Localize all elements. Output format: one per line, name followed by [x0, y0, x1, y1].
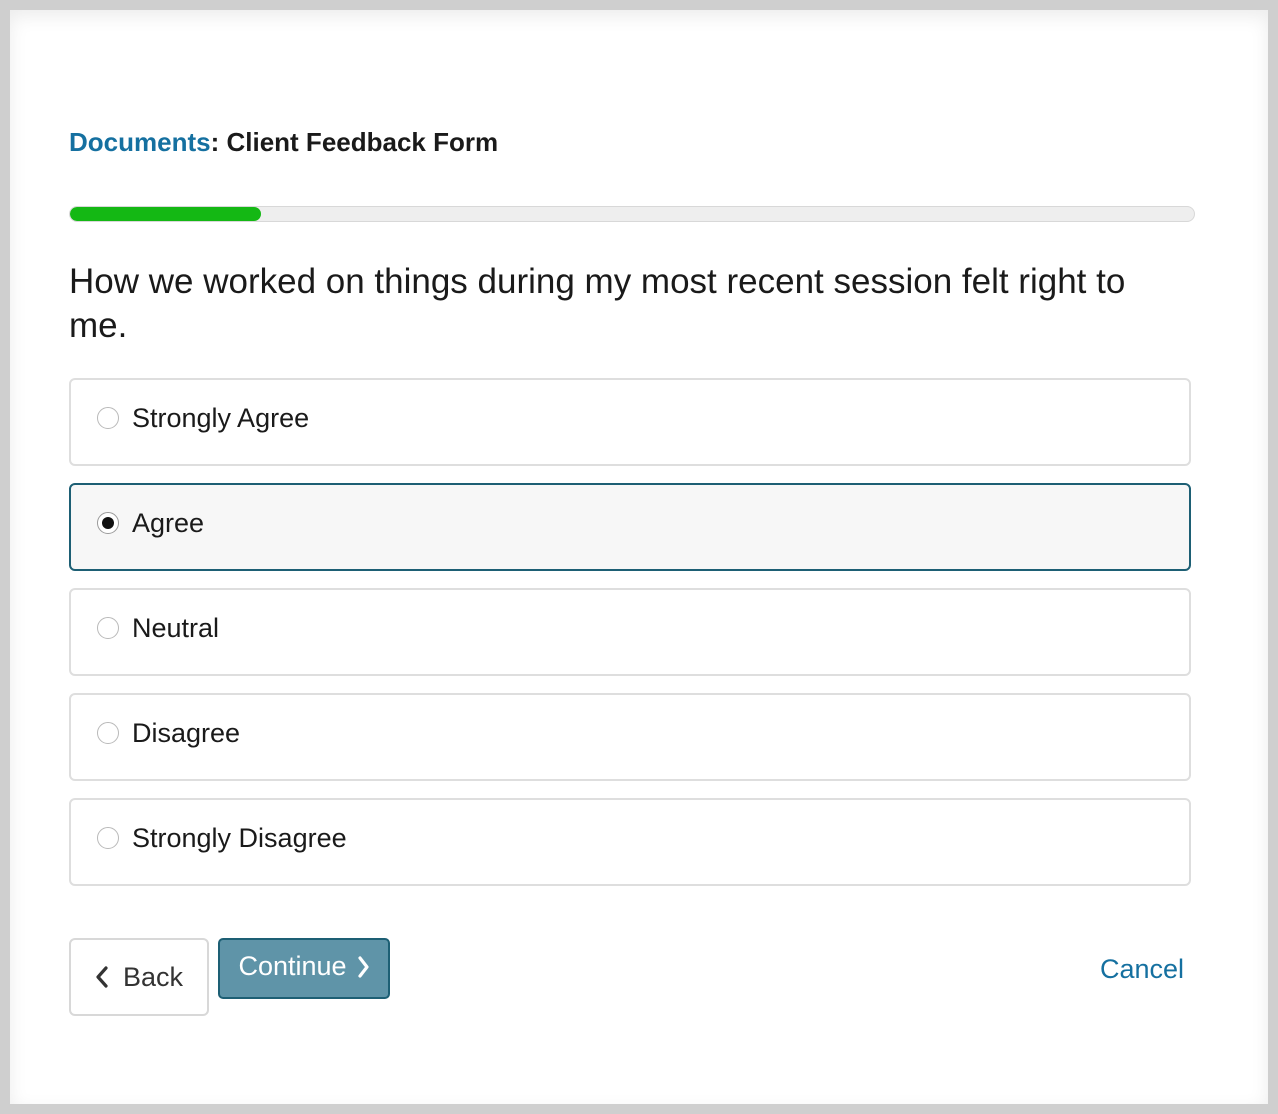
radio-checked-icon[interactable] [97, 512, 119, 534]
continue-button[interactable]: Continue [218, 938, 390, 999]
option-label: Strongly Disagree [132, 822, 347, 853]
breadcrumb-documents-link[interactable]: Documents [69, 127, 211, 157]
breadcrumb-current-page: Client Feedback Form [226, 127, 499, 157]
breadcrumb: Documents: Client Feedback Form [69, 126, 498, 158]
radio-unchecked-icon[interactable] [97, 827, 119, 849]
breadcrumb-separator: : [210, 127, 220, 157]
chevron-right-icon [357, 955, 370, 978]
progress-bar [69, 206, 1195, 222]
radio-unchecked-icon[interactable] [97, 407, 119, 429]
radio-unchecked-icon[interactable] [97, 722, 119, 744]
option-label: Neutral [132, 612, 220, 643]
continue-button-label: Continue [238, 951, 347, 981]
answer-options: Strongly Agree Agree Neutral Disagree St… [69, 378, 1191, 903]
option-label: Strongly Agree [132, 402, 310, 433]
option-strongly-agree[interactable]: Strongly Agree [69, 378, 1191, 466]
radio-unchecked-icon[interactable] [97, 617, 119, 639]
option-disagree[interactable]: Disagree [69, 693, 1191, 781]
form-card: Documents: Client Feedback Form How we w… [10, 10, 1268, 1104]
option-label: Disagree [132, 717, 241, 748]
chevron-left-icon [95, 966, 109, 988]
question-text: How we worked on things during my most r… [69, 262, 1126, 345]
radio-dot [102, 517, 114, 529]
option-label: Agree [132, 507, 205, 538]
option-strongly-disagree[interactable]: Strongly Disagree [69, 798, 1191, 886]
cancel-link[interactable]: Cancel [1100, 954, 1184, 985]
option-neutral[interactable]: Neutral [69, 588, 1191, 676]
back-button-label: Back [122, 961, 184, 992]
option-agree[interactable]: Agree [69, 483, 1191, 571]
progress-bar-fill [70, 207, 262, 221]
back-button[interactable]: Back [69, 938, 209, 1016]
